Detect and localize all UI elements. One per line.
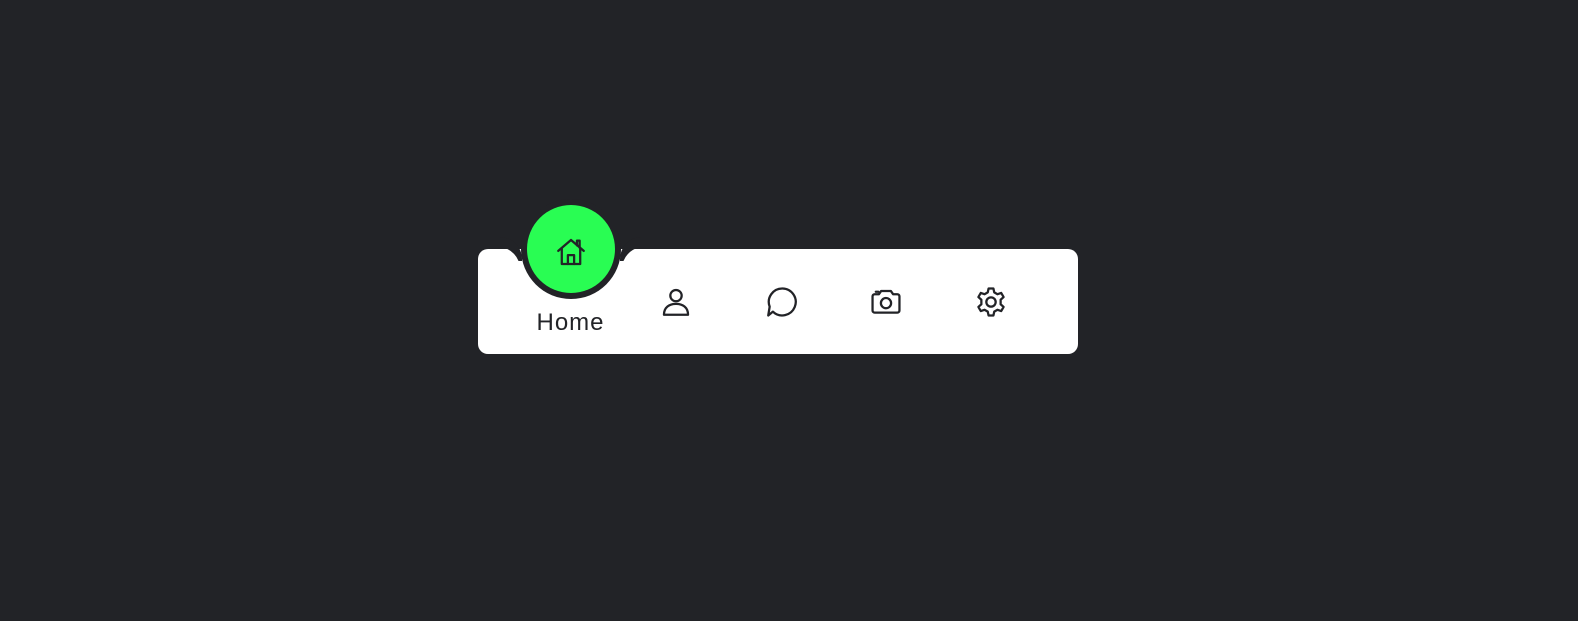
nav-item-home[interactable]: Home <box>518 238 623 354</box>
nav-item-settings[interactable] <box>938 249 1043 354</box>
nav-link-messages[interactable] <box>728 249 833 354</box>
person-icon <box>659 285 693 319</box>
nav-item-camera[interactable] <box>833 249 938 354</box>
nav-label-home: Home <box>536 308 605 336</box>
nav-link-settings[interactable] <box>938 249 1043 354</box>
chat-icon <box>764 285 798 319</box>
nav-link-camera[interactable] <box>833 249 938 354</box>
nav-list: Home <box>478 199 1078 354</box>
nav-item-messages[interactable] <box>728 249 833 354</box>
nav-link-profile[interactable] <box>623 249 728 354</box>
nav-item-profile[interactable] <box>623 249 728 354</box>
bottom-navigation: Home <box>478 199 1078 354</box>
home-icon <box>554 235 588 269</box>
nav-link-home[interactable]: Home <box>518 238 623 354</box>
settings-icon <box>974 285 1008 319</box>
camera-icon <box>869 285 903 319</box>
